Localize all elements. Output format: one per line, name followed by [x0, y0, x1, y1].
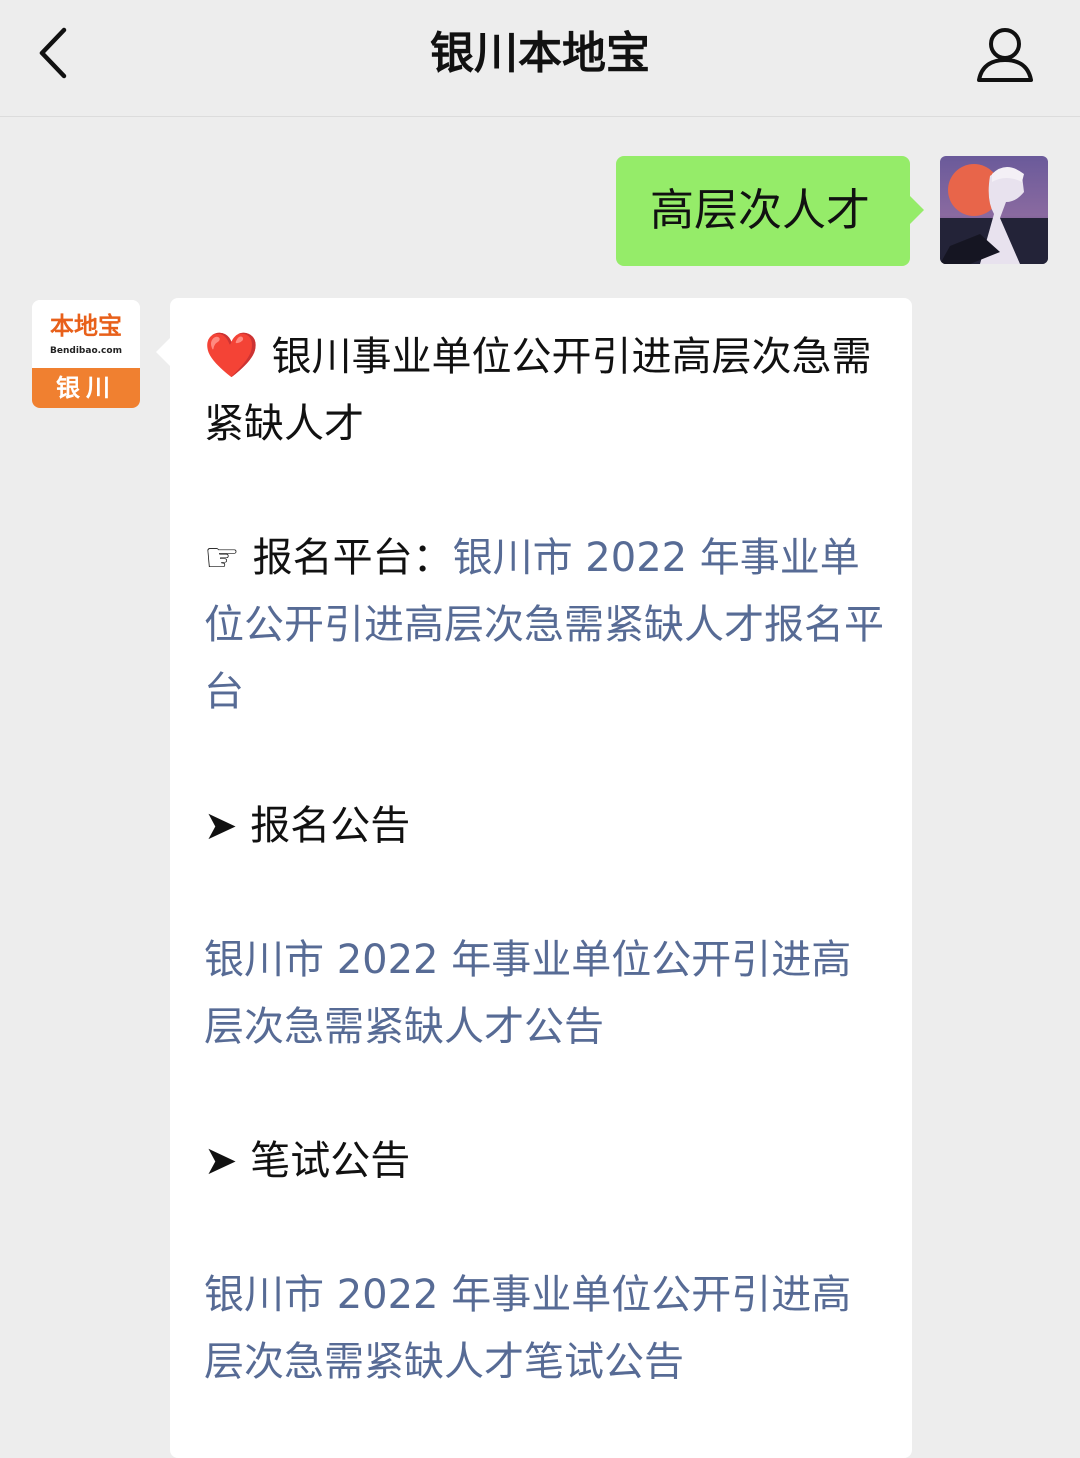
section2-title: 笔试公告: [250, 1138, 411, 1184]
section1-row: ➤ 报名公告: [204, 793, 884, 860]
person-icon: [977, 28, 1033, 82]
reply-heading-row: ❤️ 银川事业单位公开引进高层次急需紧缺人才: [204, 322, 884, 458]
incoming-message: ❤️ 银川事业单位公开引进高层次急需紧缺人才 ☞ 报名平台：银川市 2022 年…: [156, 298, 912, 1458]
bot-logo-text: 本地宝: [50, 312, 122, 340]
section2-link[interactable]: 银川市 2022 年事业单位公开引进高层次急需紧缺人才笔试公告: [204, 1262, 884, 1396]
chat-title: 银川本地宝: [430, 28, 650, 79]
outgoing-message-text: 高层次人才: [650, 185, 870, 236]
section2-row: ➤ 笔试公告: [204, 1128, 884, 1195]
bot-logo-domain: Bendibao.com: [50, 346, 122, 356]
top-bar: 银川本地宝: [0, 0, 1080, 117]
bot-avatar[interactable]: 本地宝 Bendibao.com 银川: [32, 300, 140, 408]
bot-city-label: 银川: [32, 368, 140, 408]
outgoing-message[interactable]: 高层次人才: [616, 156, 924, 266]
platform-row: ☞ 报名平台：银川市 2022 年事业单位公开引进高层次急需紧缺人才报名平台: [204, 525, 884, 726]
user-avatar[interactable]: [940, 156, 1048, 264]
arrow-right-icon: ➤: [204, 1138, 238, 1184]
reply-content: ❤️ 银川事业单位公开引进高层次急需紧缺人才 ☞ 报名平台：银川市 2022 年…: [204, 322, 884, 1396]
platform-label: 报名平台：: [252, 535, 453, 581]
reply-heading: 银川事业单位公开引进高层次急需紧缺人才: [204, 334, 872, 447]
profile-button[interactable]: [970, 20, 1040, 90]
heart-icon: ❤️: [204, 330, 259, 381]
arrow-right-icon: ➤: [204, 803, 238, 849]
bot-logo-area: 本地宝 Bendibao.com: [32, 300, 140, 366]
section1-link[interactable]: 银川市 2022 年事业单位公开引进高层次急需紧缺人才公告: [204, 927, 884, 1061]
pointing-hand-icon: ☞: [204, 535, 240, 581]
section1-title: 报名公告: [250, 803, 411, 849]
user-avatar-image: [940, 156, 1048, 264]
